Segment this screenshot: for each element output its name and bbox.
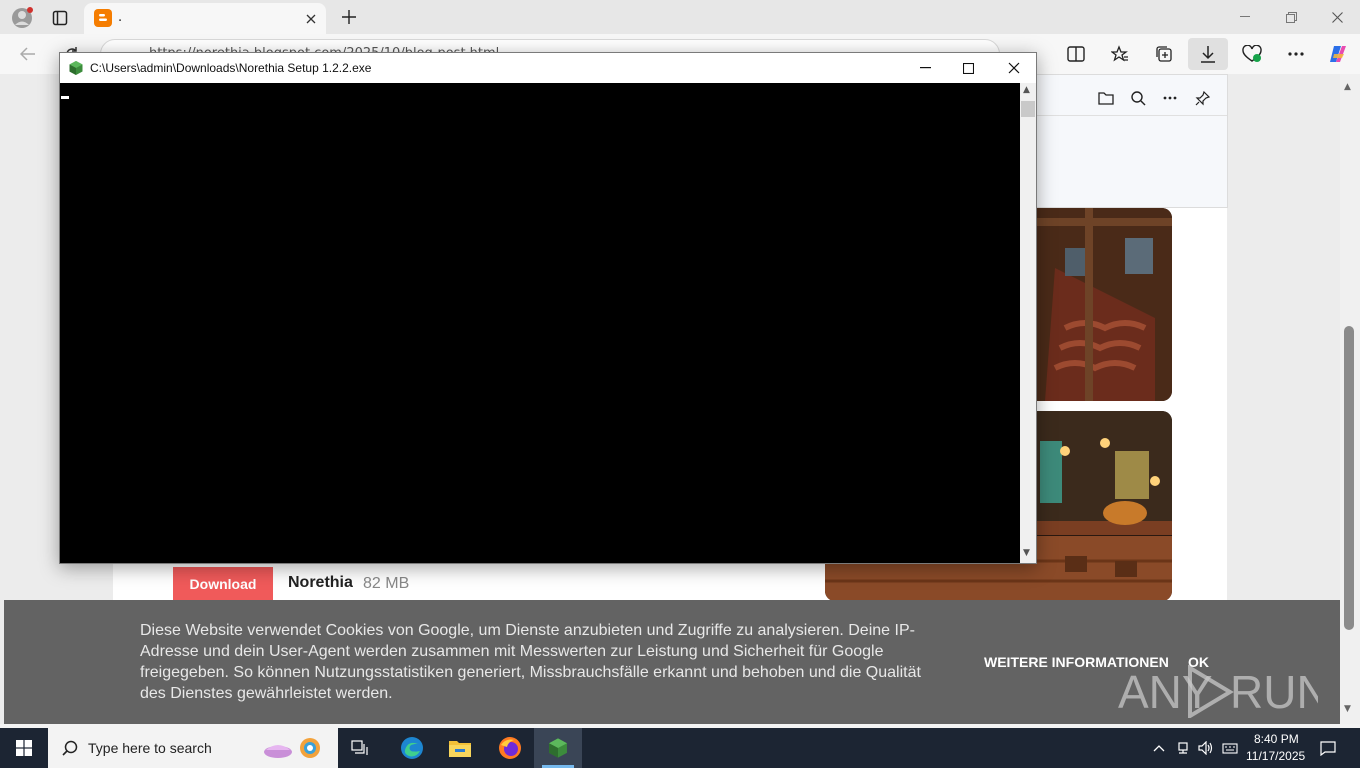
scroll-up-icon[interactable]: ▲ bbox=[1344, 82, 1351, 92]
close-browser-icon[interactable] bbox=[1326, 6, 1348, 28]
taskbar-search-box[interactable]: Type here to search bbox=[48, 728, 338, 768]
favorites-icon[interactable] bbox=[1108, 42, 1132, 66]
notification-icon[interactable] bbox=[1316, 736, 1340, 760]
app-cube-icon bbox=[68, 60, 84, 76]
console-output[interactable] bbox=[60, 83, 1020, 563]
task-view-icon[interactable] bbox=[348, 738, 372, 758]
collections-icon[interactable] bbox=[1152, 42, 1176, 66]
clock-time[interactable]: 8:40 PM bbox=[1254, 732, 1299, 746]
tray-chevron-up-icon[interactable] bbox=[1150, 738, 1168, 758]
app-cube-taskbar-icon bbox=[546, 736, 570, 760]
browser-essentials-icon[interactable] bbox=[1240, 42, 1264, 66]
search-downloads-icon[interactable] bbox=[1127, 87, 1149, 109]
minimize-browser-icon[interactable] bbox=[1234, 6, 1256, 28]
clock-date[interactable]: 11/17/2025 bbox=[1246, 749, 1305, 763]
restore-browser-icon[interactable] bbox=[1280, 6, 1302, 28]
tab-actions-icon[interactable] bbox=[48, 6, 72, 30]
console-close-icon[interactable] bbox=[999, 57, 1029, 79]
open-folder-icon[interactable] bbox=[1095, 87, 1117, 109]
tab-title: . bbox=[118, 10, 123, 25]
console-scrollbar-thumb[interactable] bbox=[1021, 101, 1035, 117]
search-icon bbox=[60, 738, 80, 758]
file-explorer-icon[interactable] bbox=[446, 736, 474, 760]
browser-tab[interactable]: . bbox=[84, 3, 326, 34]
downloads-more-icon[interactable] bbox=[1159, 87, 1181, 109]
page-scrollbar[interactable]: ▲ ▼ bbox=[1340, 74, 1360, 724]
console-minimize-icon[interactable] bbox=[910, 57, 940, 79]
downloads-panel bbox=[1036, 74, 1228, 208]
pin-icon[interactable] bbox=[1191, 87, 1213, 109]
keyboard-icon[interactable] bbox=[1220, 738, 1240, 758]
volume-icon[interactable] bbox=[1196, 738, 1216, 758]
console-scrollbar[interactable]: ▲ ▼ bbox=[1020, 83, 1036, 563]
windows-start-icon[interactable] bbox=[0, 728, 48, 768]
scrollbar-thumb[interactable] bbox=[1344, 326, 1354, 630]
svg-text:RUN: RUN bbox=[1230, 666, 1318, 718]
watermark-text: ANY RUN bbox=[1118, 662, 1119, 663]
panel-divider bbox=[1037, 115, 1227, 116]
copilot-icon[interactable] bbox=[1326, 42, 1350, 66]
edge-taskbar-icon[interactable] bbox=[398, 734, 426, 762]
close-tab-icon[interactable] bbox=[302, 10, 320, 28]
console-scroll-up-icon[interactable]: ▲ bbox=[1023, 85, 1030, 95]
blogger-favicon-icon bbox=[94, 9, 112, 27]
console-scroll-down-icon[interactable]: ▼ bbox=[1023, 548, 1030, 558]
console-window[interactable]: C:\Users\admin\Downloads\Norethia Setup … bbox=[59, 52, 1037, 564]
firefox-icon[interactable] bbox=[496, 734, 524, 762]
profile-avatar-icon[interactable] bbox=[10, 6, 34, 30]
scroll-down-icon[interactable]: ▼ bbox=[1344, 704, 1351, 714]
download-button[interactable]: Download bbox=[173, 567, 273, 601]
more-options-icon[interactable] bbox=[1284, 42, 1308, 66]
file-name: Norethia bbox=[288, 574, 353, 591]
downloads-icon[interactable] bbox=[1188, 38, 1228, 70]
search-highlight-icon bbox=[262, 734, 328, 762]
console-titlebar[interactable]: C:\Users\admin\Downloads\Norethia Setup … bbox=[60, 53, 1036, 83]
console-cursor bbox=[61, 96, 69, 99]
cookie-text: Diese Website verwendet Cookies von Goog… bbox=[140, 622, 921, 702]
norethia-taskbar-item[interactable] bbox=[534, 728, 582, 768]
new-tab-icon[interactable] bbox=[338, 6, 360, 28]
console-maximize-icon[interactable] bbox=[953, 57, 983, 79]
console-title: C:\Users\admin\Downloads\Norethia Setup … bbox=[90, 61, 372, 75]
search-placeholder: Type here to search bbox=[88, 740, 212, 756]
back-arrow-icon[interactable] bbox=[16, 42, 40, 66]
network-icon[interactable] bbox=[1174, 738, 1192, 758]
split-screen-icon[interactable] bbox=[1064, 42, 1088, 66]
file-size: 82 MB bbox=[363, 575, 410, 592]
anyrun-watermark: ANY RUN ANY RUN bbox=[1118, 662, 1330, 720]
